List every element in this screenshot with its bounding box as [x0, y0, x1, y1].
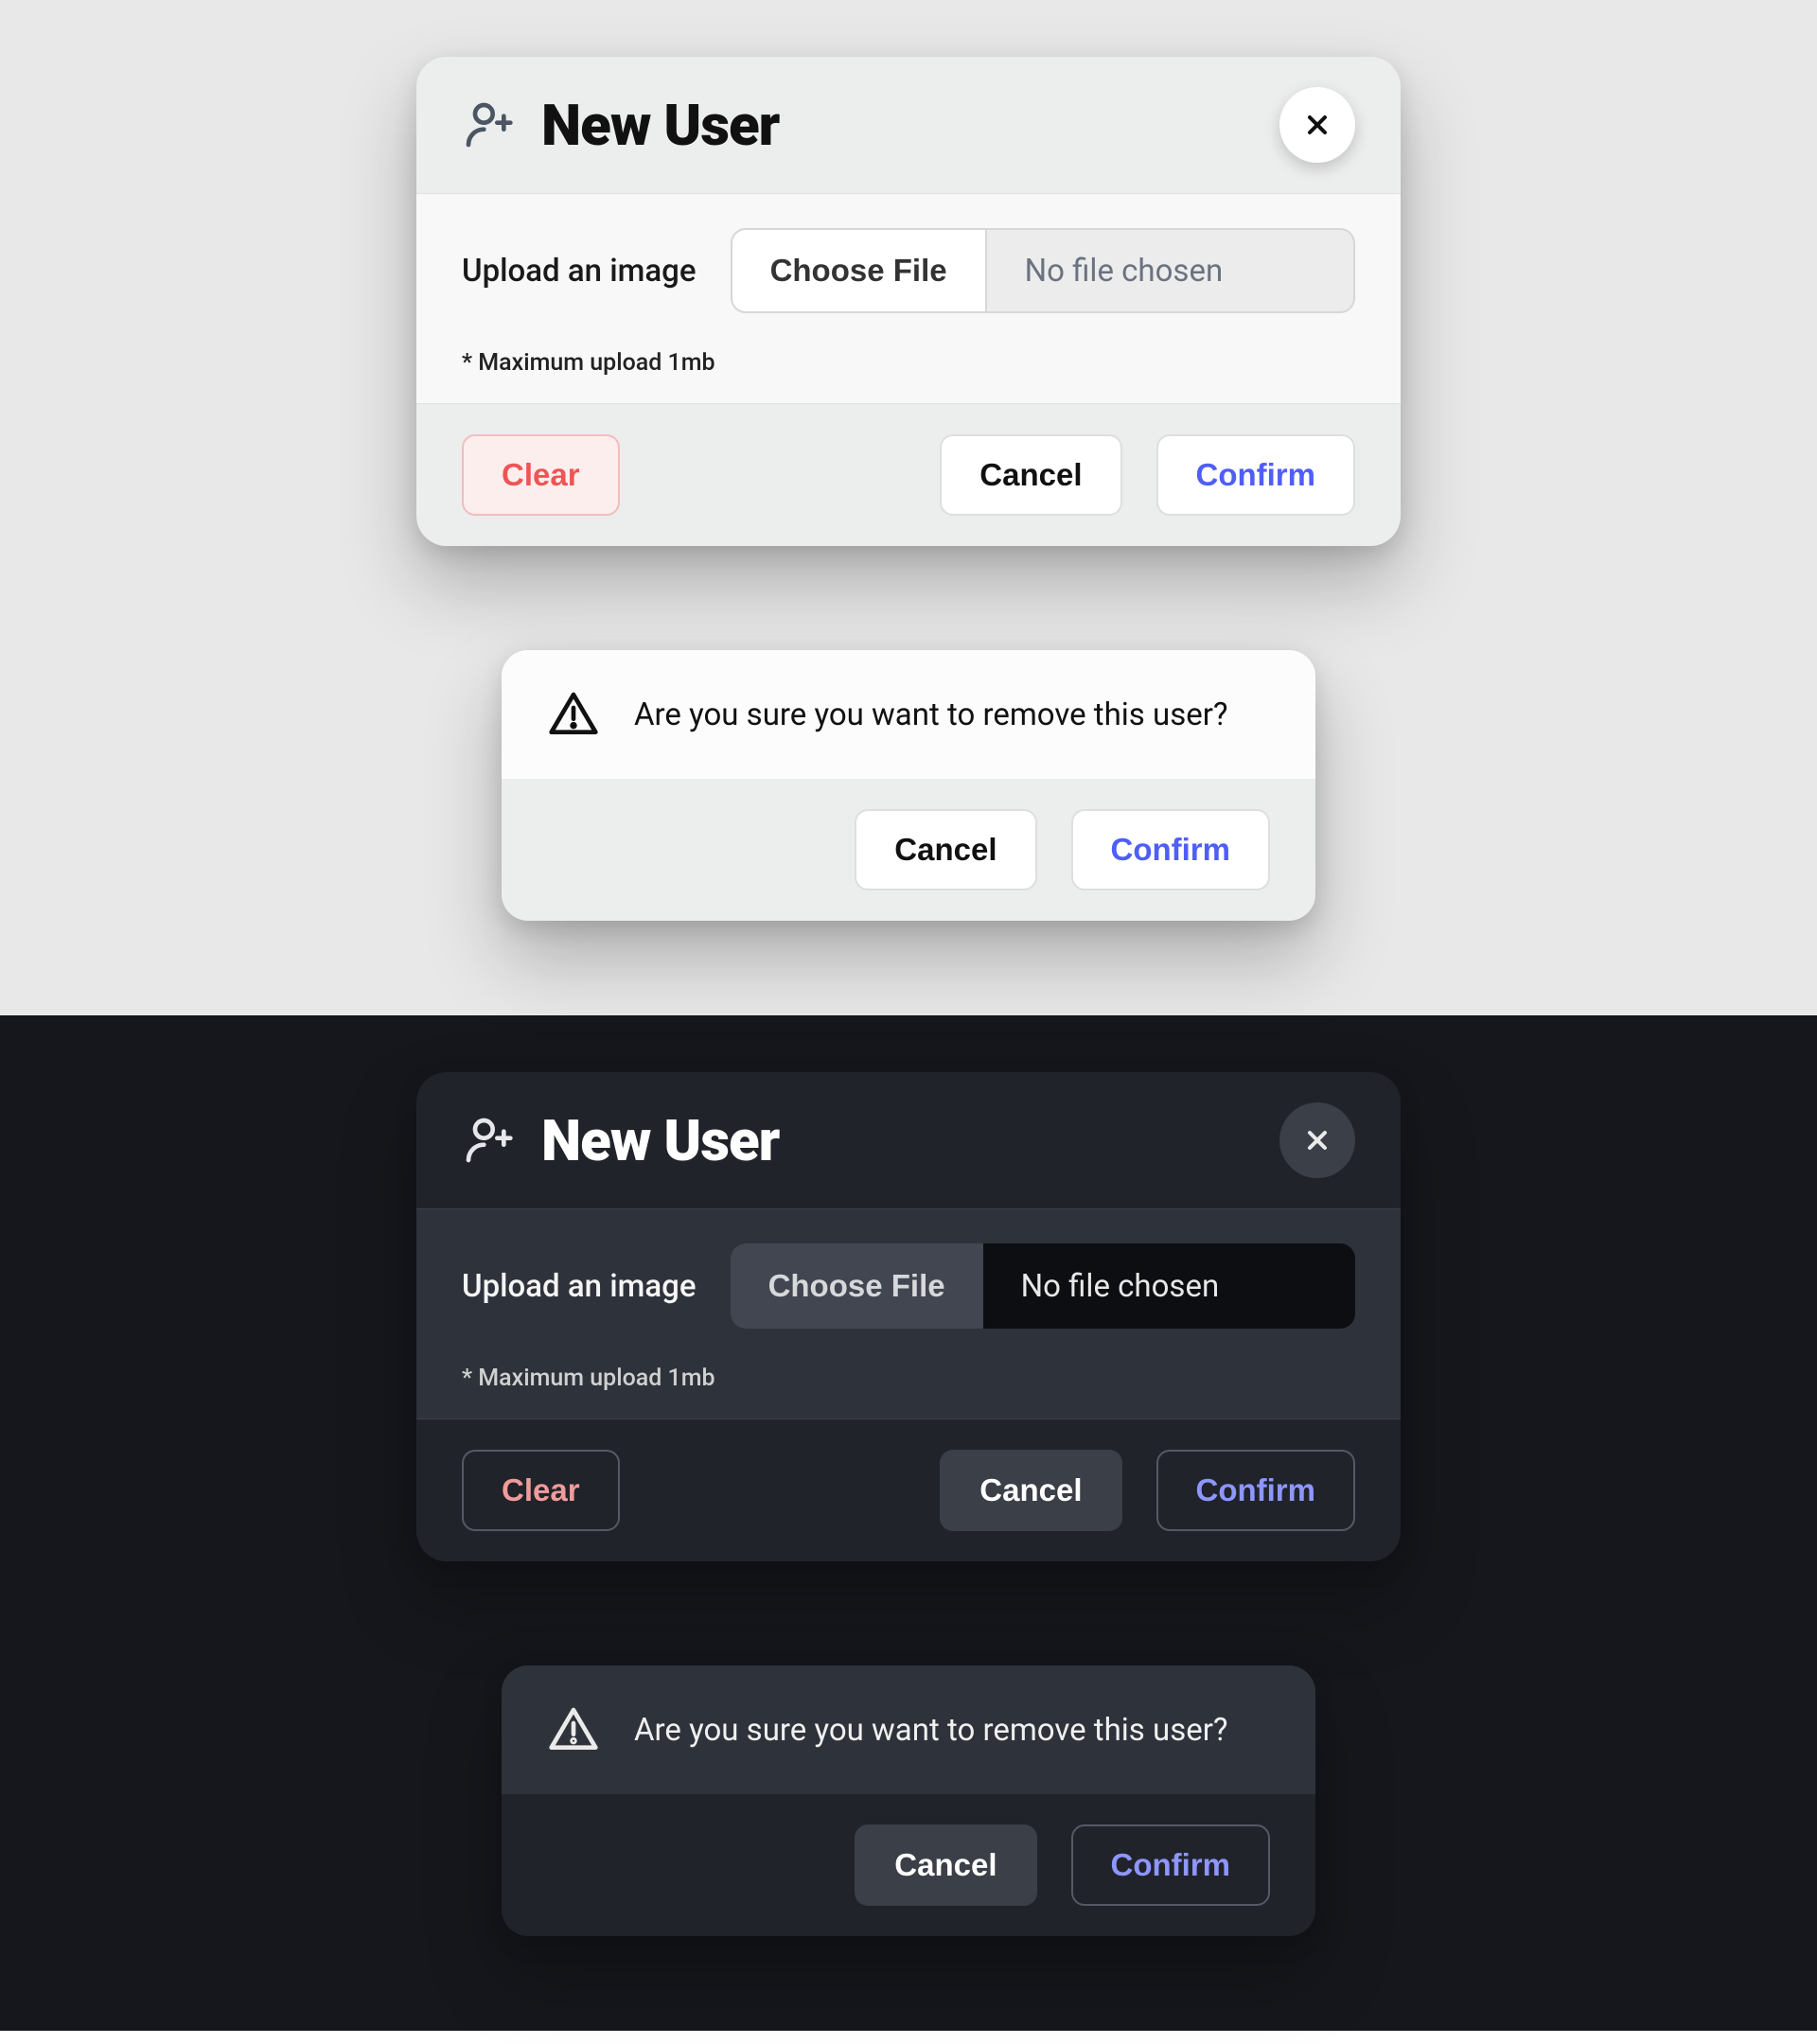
confirm-button[interactable]: Confirm — [1156, 1450, 1356, 1531]
clear-button[interactable]: Clear — [462, 1450, 620, 1531]
modal-header: New User — [416, 1072, 1401, 1208]
choose-file-button[interactable]: Choose File — [731, 1243, 983, 1329]
modal-body: Upload an image Choose File No file chos… — [416, 193, 1401, 404]
alert-body: Are you sure you want to remove this use… — [502, 1665, 1315, 1794]
file-input[interactable]: Choose File No file chosen — [731, 228, 1355, 313]
user-plus-icon — [462, 98, 515, 151]
alert-cancel-button[interactable]: Cancel — [855, 809, 1036, 890]
upload-label: Upload an image — [462, 1268, 697, 1305]
alert-cancel-button[interactable]: Cancel — [855, 1824, 1036, 1906]
alert-body: Are you sure you want to remove this use… — [502, 650, 1315, 779]
modal-title: New User — [541, 1107, 779, 1174]
file-status: No file chosen — [983, 1243, 1355, 1329]
modal-footer: Clear Cancel Confirm — [416, 1419, 1401, 1561]
clear-button[interactable]: Clear — [462, 434, 620, 516]
file-status: No file chosen — [987, 230, 1353, 311]
upload-hint: * Maximum upload 1mb — [462, 1365, 1355, 1392]
dark-theme-zone: New User Upload an image Choose File No … — [0, 1015, 1817, 2031]
alert-footer: Cancel Confirm — [502, 1794, 1315, 1936]
alert-confirm-button[interactable]: Confirm — [1071, 809, 1271, 890]
alert-confirm-button[interactable]: Confirm — [1071, 1824, 1271, 1906]
close-button[interactable] — [1279, 87, 1355, 163]
confirm-button[interactable]: Confirm — [1156, 434, 1356, 516]
cancel-button[interactable]: Cancel — [940, 434, 1121, 516]
file-input[interactable]: Choose File No file chosen — [731, 1243, 1355, 1329]
new-user-modal-dark: New User Upload an image Choose File No … — [416, 1072, 1401, 1561]
upload-label: Upload an image — [462, 253, 697, 290]
modal-body: Upload an image Choose File No file chos… — [416, 1208, 1401, 1419]
user-plus-icon — [462, 1114, 515, 1167]
modal-header: New User — [416, 57, 1401, 193]
alert-message: Are you sure you want to remove this use… — [634, 696, 1228, 733]
alert-message: Are you sure you want to remove this use… — [634, 1712, 1228, 1749]
remove-user-alert: Are you sure you want to remove this use… — [502, 650, 1315, 921]
close-icon — [1302, 110, 1332, 140]
warning-icon — [547, 688, 600, 741]
choose-file-button[interactable]: Choose File — [732, 230, 987, 311]
remove-user-alert-dark: Are you sure you want to remove this use… — [502, 1665, 1315, 1936]
alert-footer: Cancel Confirm — [502, 779, 1315, 921]
upload-hint: * Maximum upload 1mb — [462, 349, 1355, 377]
warning-icon — [547, 1703, 600, 1756]
close-button[interactable] — [1279, 1102, 1355, 1178]
new-user-modal: New User Upload an image Choose File No … — [416, 57, 1401, 546]
modal-title: New User — [541, 92, 779, 159]
light-theme-zone: New User Upload an image Choose File No … — [0, 0, 1817, 1015]
cancel-button[interactable]: Cancel — [940, 1450, 1121, 1531]
modal-footer: Clear Cancel Confirm — [416, 404, 1401, 546]
close-icon — [1302, 1125, 1332, 1155]
